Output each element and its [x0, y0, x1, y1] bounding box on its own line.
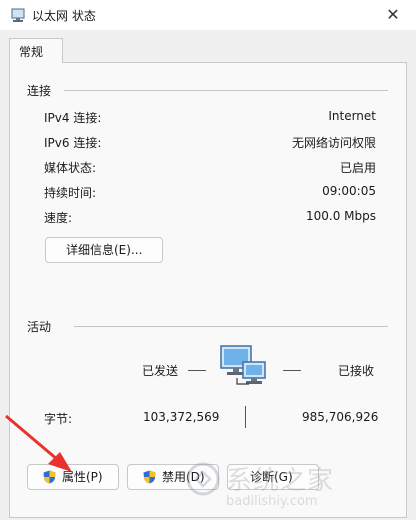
network-activity-icon	[220, 345, 266, 385]
watermark-subtext: badilishiy.com	[226, 494, 318, 509]
speed-label: 速度:	[44, 211, 73, 225]
network-adapter-icon	[11, 8, 25, 22]
close-button[interactable]: ✕	[370, 0, 416, 30]
ipv6-value: 无网络访问权限	[291, 136, 376, 150]
tab-general-label: 常规	[19, 45, 44, 59]
bytes-received-value: 985,706,926	[302, 410, 379, 424]
activity-separator	[74, 326, 388, 327]
ipv4-value: Internet	[328, 109, 376, 123]
speed-value: 100.0 Mbps	[305, 209, 376, 223]
ipv6-label: IPv6 连接:	[44, 136, 102, 150]
connection-heading: 连接	[27, 84, 52, 98]
watermark: 系统之家 badilishiy.com	[186, 456, 416, 520]
tab-general[interactable]: 常规	[9, 38, 63, 63]
uac-shield-icon	[143, 470, 156, 484]
bytes-divider	[245, 406, 246, 428]
media-state-value: 已启用	[339, 161, 376, 175]
received-label: 已接收	[338, 364, 375, 378]
details-button-label: 详细信息(E)...	[66, 243, 143, 257]
red-arrow-annotation-icon	[5, 414, 72, 472]
media-state-label: 媒体状态:	[44, 161, 97, 175]
title-bar: 以太网 状态 ✕	[0, 0, 416, 30]
watermark-logo-icon	[186, 462, 220, 496]
sent-label: 已发送	[142, 364, 179, 378]
connection-separator	[64, 90, 388, 91]
watermark-text: 系统之家	[226, 466, 335, 496]
duration-value: 09:00:05	[322, 184, 376, 198]
activity-heading: 活动	[27, 320, 52, 334]
ipv4-label: IPv4 连接:	[44, 111, 102, 125]
bytes-sent-value: 103,372,569	[143, 410, 220, 424]
received-dash	[283, 370, 301, 371]
window-title: 以太网 状态	[32, 9, 96, 23]
details-button[interactable]: 详细信息(E)...	[45, 237, 163, 263]
duration-label: 持续时间:	[44, 186, 97, 200]
sent-dash	[188, 370, 206, 371]
